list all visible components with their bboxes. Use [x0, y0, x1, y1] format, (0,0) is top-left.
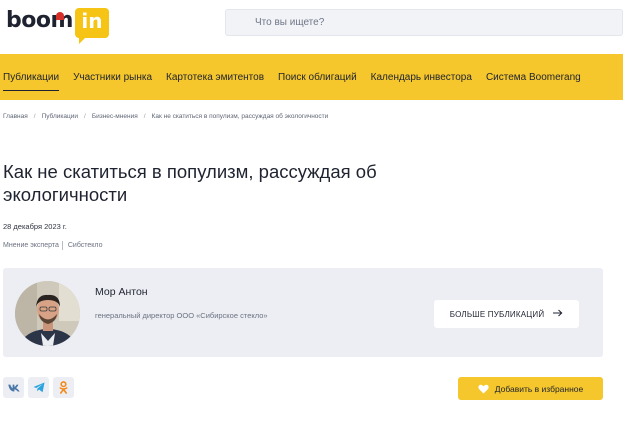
breadcrumb-separator: / — [84, 113, 86, 120]
logo-badge: in — [74, 8, 109, 44]
breadcrumb-current: Как не скатиться в популизм, рассуждая о… — [151, 113, 329, 120]
odnoklassniki-share-button[interactable] — [53, 377, 74, 398]
telegram-icon — [33, 382, 44, 393]
tag-expert-opinion[interactable]: Мнение эксперта — [3, 242, 59, 249]
logo-text: boom — [6, 8, 73, 33]
search-box[interactable] — [225, 9, 623, 36]
heart-icon — [478, 384, 489, 393]
telegram-share-button[interactable] — [28, 377, 49, 398]
boomin-logo[interactable]: boom in — [6, 6, 109, 44]
nav-item-investor-calendar[interactable]: Календарь инвестора — [364, 54, 479, 100]
breadcrumb-home[interactable]: Главная — [3, 113, 28, 120]
breadcrumb-publications[interactable]: Публикации — [42, 113, 78, 120]
breadcrumb: Главная / Публикации / Бизнес-мнения / К… — [3, 113, 328, 120]
page-title: Как не скатиться в популизм, рассуждая о… — [3, 161, 377, 205]
article-tags: Мнение эксперта Сибстекло — [3, 241, 103, 250]
breadcrumb-separator: / — [143, 113, 146, 120]
author-photo — [15, 281, 80, 346]
breadcrumb-business-opinions[interactable]: Бизнес-мнения — [92, 113, 138, 120]
avatar[interactable] — [15, 281, 80, 346]
more-publications-button[interactable]: БОЛЬШЕ ПУБЛИКАЦИЙ — [434, 300, 579, 328]
author-role: генеральный директор ООО «Сибирское стек… — [95, 311, 268, 320]
tag-divider — [61, 241, 63, 250]
author-name[interactable]: Мор Антон — [95, 286, 148, 298]
add-to-favorites-label: Добавить в избранное — [494, 383, 584, 394]
tag-sibsteklo[interactable]: Сибстекло — [68, 242, 103, 249]
nav-item-issuers[interactable]: Картотека эмитентов — [159, 54, 271, 100]
add-to-favorites-button[interactable]: Добавить в избранное — [458, 377, 603, 400]
nav-item-boomerang[interactable]: Система Boomerang — [479, 54, 588, 100]
publication-date: 28 декабря 2023 г. — [3, 222, 67, 231]
more-publications-label: БОЛЬШЕ ПУБЛИКАЦИЙ — [449, 309, 545, 319]
odnoklassniki-icon — [59, 381, 68, 394]
vk-share-button[interactable] — [3, 377, 24, 398]
santa-hat-icon — [56, 12, 64, 20]
nav-item-market-participants[interactable]: Участники рынка — [66, 54, 159, 100]
breadcrumb-separator: / — [33, 113, 36, 120]
main-nav: Публикации Участники рынка Картотека эми… — [0, 54, 623, 100]
site-header: boom in — [0, 0, 623, 52]
vk-icon — [7, 384, 20, 391]
search-input[interactable] — [255, 17, 622, 28]
nav-item-publications[interactable]: Публикации — [0, 54, 66, 100]
arrow-right-icon — [553, 309, 563, 320]
author-card: Мор Антон генеральный директор ООО «Сиби… — [3, 268, 603, 357]
nav-item-bond-search[interactable]: Поиск облигаций — [271, 54, 364, 100]
